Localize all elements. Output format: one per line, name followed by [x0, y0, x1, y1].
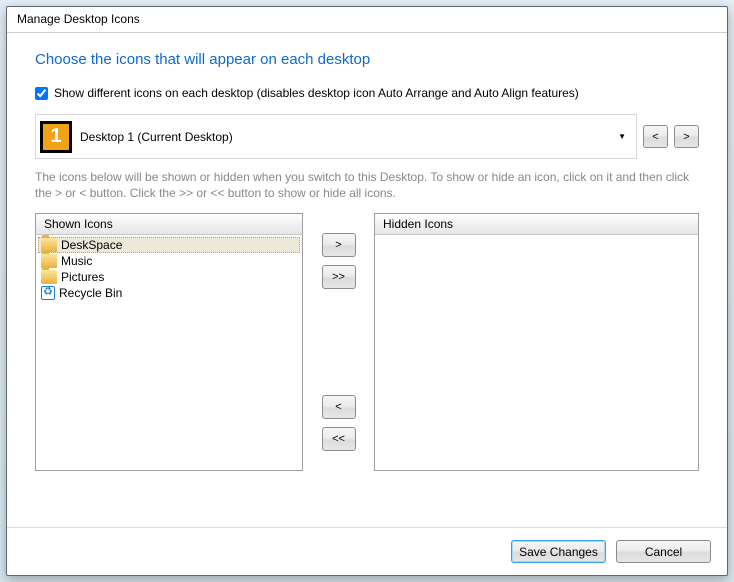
show-different-icons-checkbox[interactable] [35, 87, 48, 100]
dialog-footer: Save Changes Cancel [7, 527, 727, 575]
show-all-button[interactable]: << [322, 427, 356, 451]
recycle-bin-icon [41, 286, 55, 300]
desktop-selector-row: 1 Desktop 1 (Current Desktop) ▼ < > [35, 114, 699, 159]
next-desktop-button[interactable]: > [674, 125, 699, 148]
shown-icons-header: Shown Icons [36, 214, 302, 235]
prev-desktop-button[interactable]: < [643, 125, 668, 148]
list-item-label: Music [61, 254, 92, 268]
list-item-label: DeskSpace [61, 238, 122, 252]
folder-icon [41, 270, 57, 284]
hidden-icons-listbox[interactable]: Hidden Icons [374, 213, 699, 471]
folder-icon [41, 238, 57, 252]
desktop-dropdown-label: Desktop 1 (Current Desktop) [80, 130, 233, 144]
help-text: The icons below will be shown or hidden … [35, 169, 699, 201]
list-item[interactable]: Recycle Bin [38, 285, 300, 301]
list-item-label: Pictures [61, 270, 104, 284]
hide-all-button[interactable]: >> [322, 265, 356, 289]
show-different-icons-label: Show different icons on each desktop (di… [54, 86, 579, 100]
desktop-dropdown[interactable]: 1 Desktop 1 (Current Desktop) ▼ [35, 114, 637, 159]
window-title: Manage Desktop Icons [17, 12, 140, 26]
shown-icons-listbox[interactable]: Shown Icons DeskSpace Music Pictures [35, 213, 303, 471]
content-area: Choose the icons that will appear on eac… [7, 33, 727, 527]
chevron-down-icon: ▼ [618, 132, 626, 141]
show-different-icons-row: Show different icons on each desktop (di… [35, 86, 699, 100]
shown-icons-body: DeskSpace Music Pictures Recycle Bi [36, 235, 302, 470]
transfer-buttons: > >> < << [311, 213, 366, 471]
list-item[interactable]: Pictures [38, 269, 300, 285]
list-item[interactable]: Music [38, 253, 300, 269]
show-one-button[interactable]: < [322, 395, 356, 419]
dialog-window: Manage Desktop Icons Choose the icons th… [6, 6, 728, 576]
list-item[interactable]: DeskSpace [38, 237, 300, 253]
page-heading: Choose the icons that will appear on eac… [35, 51, 699, 68]
hidden-icons-header: Hidden Icons [375, 214, 698, 235]
hide-one-button[interactable]: > [322, 233, 356, 257]
save-changes-button[interactable]: Save Changes [511, 540, 606, 563]
cancel-button[interactable]: Cancel [616, 540, 711, 563]
icon-lists-row: Shown Icons DeskSpace Music Pictures [35, 213, 699, 471]
titlebar: Manage Desktop Icons [7, 7, 727, 33]
folder-icon [41, 254, 57, 268]
list-item-label: Recycle Bin [59, 286, 122, 300]
hidden-icons-body [375, 235, 698, 470]
desktop-nav-buttons: < > [643, 114, 699, 159]
desktop-number-icon: 1 [40, 121, 72, 153]
